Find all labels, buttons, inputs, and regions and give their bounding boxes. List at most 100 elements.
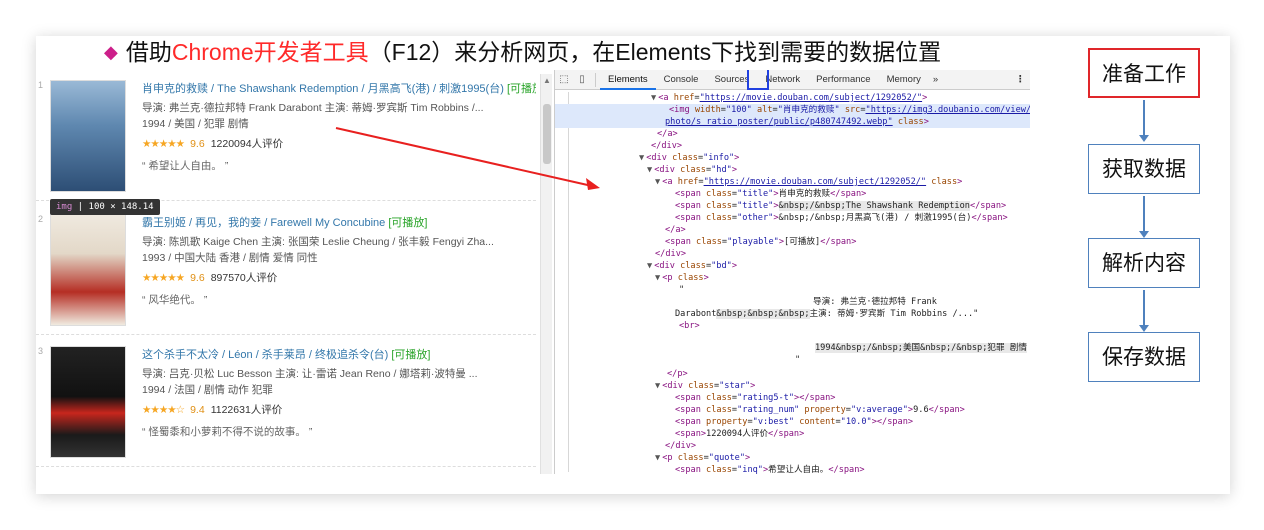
title-suffix: （F12）来分析网页，在Elements下找到需要的数据位置 (368, 39, 942, 65)
dom-text: 1994&nbsp;/&nbsp;美国&nbsp;/&nbsp;犯罪 剧情 (815, 343, 1027, 353)
movie-quote: “ 风华绝代。 ” (142, 294, 208, 306)
dom-node[interactable]: </a> (657, 128, 678, 140)
dom-node[interactable]: ▼ <div class="star"> (655, 380, 755, 392)
dom-text: 主演: 蒂姆·罗宾斯 Tim Robbins /..." (809, 309, 979, 319)
dom-node[interactable]: <span class="rating_num" property="v:ave… (675, 404, 965, 416)
dom-node[interactable]: <span class="other">&nbsp;/&nbsp;月黑高飞(港)… (675, 212, 1008, 224)
tab-memory[interactable]: Memory (879, 70, 929, 90)
dom-node-selected[interactable]: <img width="100" alt="肖申克的救赎" src="https… (555, 104, 1030, 116)
dom-node[interactable]: <br> (679, 320, 700, 332)
dom-node[interactable]: ▼ <div class="info"> (639, 152, 739, 164)
dom-node[interactable]: </div> (651, 140, 682, 152)
dom-text: &nbsp;/&nbsp;月黑高飞(港) / 刺激1995(台) (778, 213, 972, 223)
toolbar-separator (595, 72, 596, 87)
movie-title-link[interactable]: 这个杀手不太冷 / Léon / 杀手莱昂 / 终极追杀令(台) [可播放] (142, 348, 536, 362)
rating-score: 9.6 (190, 272, 205, 284)
tab-performance[interactable]: Performance (808, 70, 878, 90)
movie-title[interactable]: 这个杀手不太冷 / Léon / 杀手莱昂 / 终极追杀令(台) (142, 349, 388, 361)
dom-node[interactable]: 导演: 弗兰克·德拉邦特 Frank (813, 296, 937, 308)
movie-title[interactable]: 肖申克的救赎 / The Shawshank Redemption / 月黑高飞… (142, 83, 504, 95)
rating-score: 9.4 (190, 404, 205, 416)
dom-node[interactable]: <span property="v:best" content="10.0"><… (675, 416, 913, 428)
rating-score: 9.6 (190, 138, 205, 150)
movie-rank: 3 (38, 346, 44, 356)
dom-node[interactable]: ▼ <a href="https://movie.douban.com/subje… (651, 92, 927, 104)
dom-link[interactable]: photo/s_ratio_poster/public/p480747492.w… (665, 117, 893, 127)
title-highlight: Chrome开发者工具 (171, 39, 369, 65)
flow-arrow-icon (1139, 196, 1149, 238)
dom-text: Darabont (675, 309, 717, 319)
tooltip-tag: img (56, 202, 73, 212)
dom-node-selected[interactable]: photo/s_ratio_poster/public/p480747492.w… (555, 116, 1030, 128)
dom-text: 9.6 (913, 405, 929, 415)
movie-meta: 1994 / 法国 / 剧情 动作 犯罪 (142, 384, 273, 396)
movie-meta: 1993 / 中国大陆 香港 / 剧情 爱情 同性 (142, 252, 318, 264)
playable-badge[interactable]: [可播放] (388, 217, 427, 229)
title-prefix: 借助 (125, 39, 172, 65)
element-size-tooltip: img | 100 × 148.14 (50, 199, 160, 215)
dom-node[interactable]: <span class="title">肖申克的救赎</span> (675, 188, 866, 200)
devtools-menu-icon[interactable]: ⋮ (1016, 74, 1031, 85)
movie-rank: 1 (38, 80, 44, 90)
dom-node[interactable]: <span class="title">&nbsp;/&nbsp;The Sha… (675, 200, 1006, 212)
attr-value: "100" (725, 105, 752, 115)
dom-node[interactable]: ▼ <a href="https://movie.douban.com/subje… (655, 176, 962, 188)
dom-node[interactable]: ▼ <p class="quote"> (655, 452, 750, 464)
more-tabs-icon[interactable]: » (929, 74, 942, 85)
dom-link[interactable]: "https://movie.douban.com/subject/129205… (700, 93, 922, 103)
movie-title-link[interactable]: 霸王别姬 / 再见，我的妾 / Farewell My Concubine [可… (142, 216, 536, 230)
devtools-toolbar: ⬚ ▯ Elements Console Sources Network Per… (555, 70, 1030, 90)
dom-node[interactable]: Darabont&nbsp;&nbsp;&nbsp;主演: 蒂姆·罗宾斯 Tim… (675, 308, 978, 320)
movie-title[interactable]: 霸王别姬 / 再见，我的妾 / Farewell My Concubine (142, 217, 385, 229)
rating-stars-icon: ★★★★☆ (142, 404, 185, 416)
playable-badge[interactable]: [可播放] (391, 349, 430, 361)
rating-votes: 897570人评价 (210, 272, 278, 284)
attr-value: "肖申克的救赎" (777, 105, 840, 115)
flow-step-save: 保存数据 (1088, 332, 1200, 382)
flow-arrow-icon (1139, 100, 1149, 142)
tab-elements[interactable]: Elements (600, 70, 656, 90)
flow-step-parse: 解析内容 (1088, 238, 1200, 288)
dom-text: 肖申克的救赎 (778, 189, 831, 199)
dom-node[interactable]: 1994&nbsp;/&nbsp;美国&nbsp;/&nbsp;犯罪 剧情 (815, 342, 1027, 354)
movie-quote: “ 怪蜀黍和小萝莉不得不说的故事。 ” (142, 426, 313, 438)
dom-node[interactable]: ▼ <div class="bd"> (647, 260, 737, 272)
tab-console[interactable]: Console (656, 70, 707, 90)
flow-arrow-icon (1139, 290, 1149, 332)
movie-crew: 导演: 陈凯歌 Kaige Chen 主演: 张国荣 Leslie Cheung… (142, 236, 494, 248)
rating-stars-icon: ★★★★★ (142, 272, 185, 284)
dom-node[interactable]: ▼ <p class> (655, 272, 709, 284)
movie-rank: 2 (38, 214, 44, 224)
dom-node[interactable]: <span>1220094人评价</span> (675, 428, 804, 440)
dom-node[interactable]: </p> (667, 368, 688, 380)
inspect-element-icon[interactable]: ⬚ (555, 74, 573, 85)
dom-node[interactable]: </div> (665, 440, 696, 452)
flow-step-prepare: 准备工作 (1088, 48, 1200, 98)
dom-node[interactable]: </div> (655, 248, 686, 260)
process-flowchart: 准备工作 获取数据 解析内容 保存数据 (1088, 48, 1202, 382)
dom-text: 1220094人评价 (706, 429, 769, 439)
scroll-up-icon[interactable]: ▲ (543, 76, 551, 85)
dom-node[interactable]: <span class="inq">希望让人自由。</span> (675, 464, 865, 474)
movie-crew: 导演: 吕克·贝松 Luc Besson 主演: 让·雷诺 Jean Reno … (142, 368, 478, 380)
movie-rating: ★★★★☆ 9.4 1122631人评价 (142, 402, 536, 418)
rating-votes: 1220094人评价 (210, 138, 284, 150)
rating-votes: 1122631人评价 (210, 404, 283, 416)
movie-poster[interactable] (50, 214, 126, 326)
movie-poster[interactable] (50, 80, 126, 192)
red-arrow-icon (335, 127, 600, 190)
movie-poster[interactable] (50, 346, 126, 458)
playable-badge[interactable]: [可播放] (507, 83, 536, 95)
dom-node[interactable]: ▼ <div class="hd"> (647, 164, 737, 176)
dom-text-quote: " (679, 285, 685, 295)
dom-link[interactable]: "https://img3.doubanio.com/view/ (866, 105, 1030, 115)
dom-node[interactable]: </a> (665, 224, 686, 236)
dom-link[interactable]: "https://movie.douban.com/subject/129205… (704, 177, 926, 187)
movie-title-link[interactable]: 肖申克的救赎 / The Shawshank Redemption / 月黑高飞… (142, 82, 536, 96)
dom-node[interactable]: <span class="rating5-t"></span> (675, 392, 835, 404)
movie-rating: ★★★★★ 9.6 897570人评价 (142, 270, 536, 286)
tooltip-size: 100 × 148.14 (88, 202, 154, 212)
device-toolbar-icon[interactable]: ▯ (573, 74, 591, 85)
dom-text: 导演: 弗兰克·德拉邦特 Frank (813, 297, 937, 307)
dom-node[interactable]: <span class="playable">[可播放]</span> (665, 236, 856, 248)
